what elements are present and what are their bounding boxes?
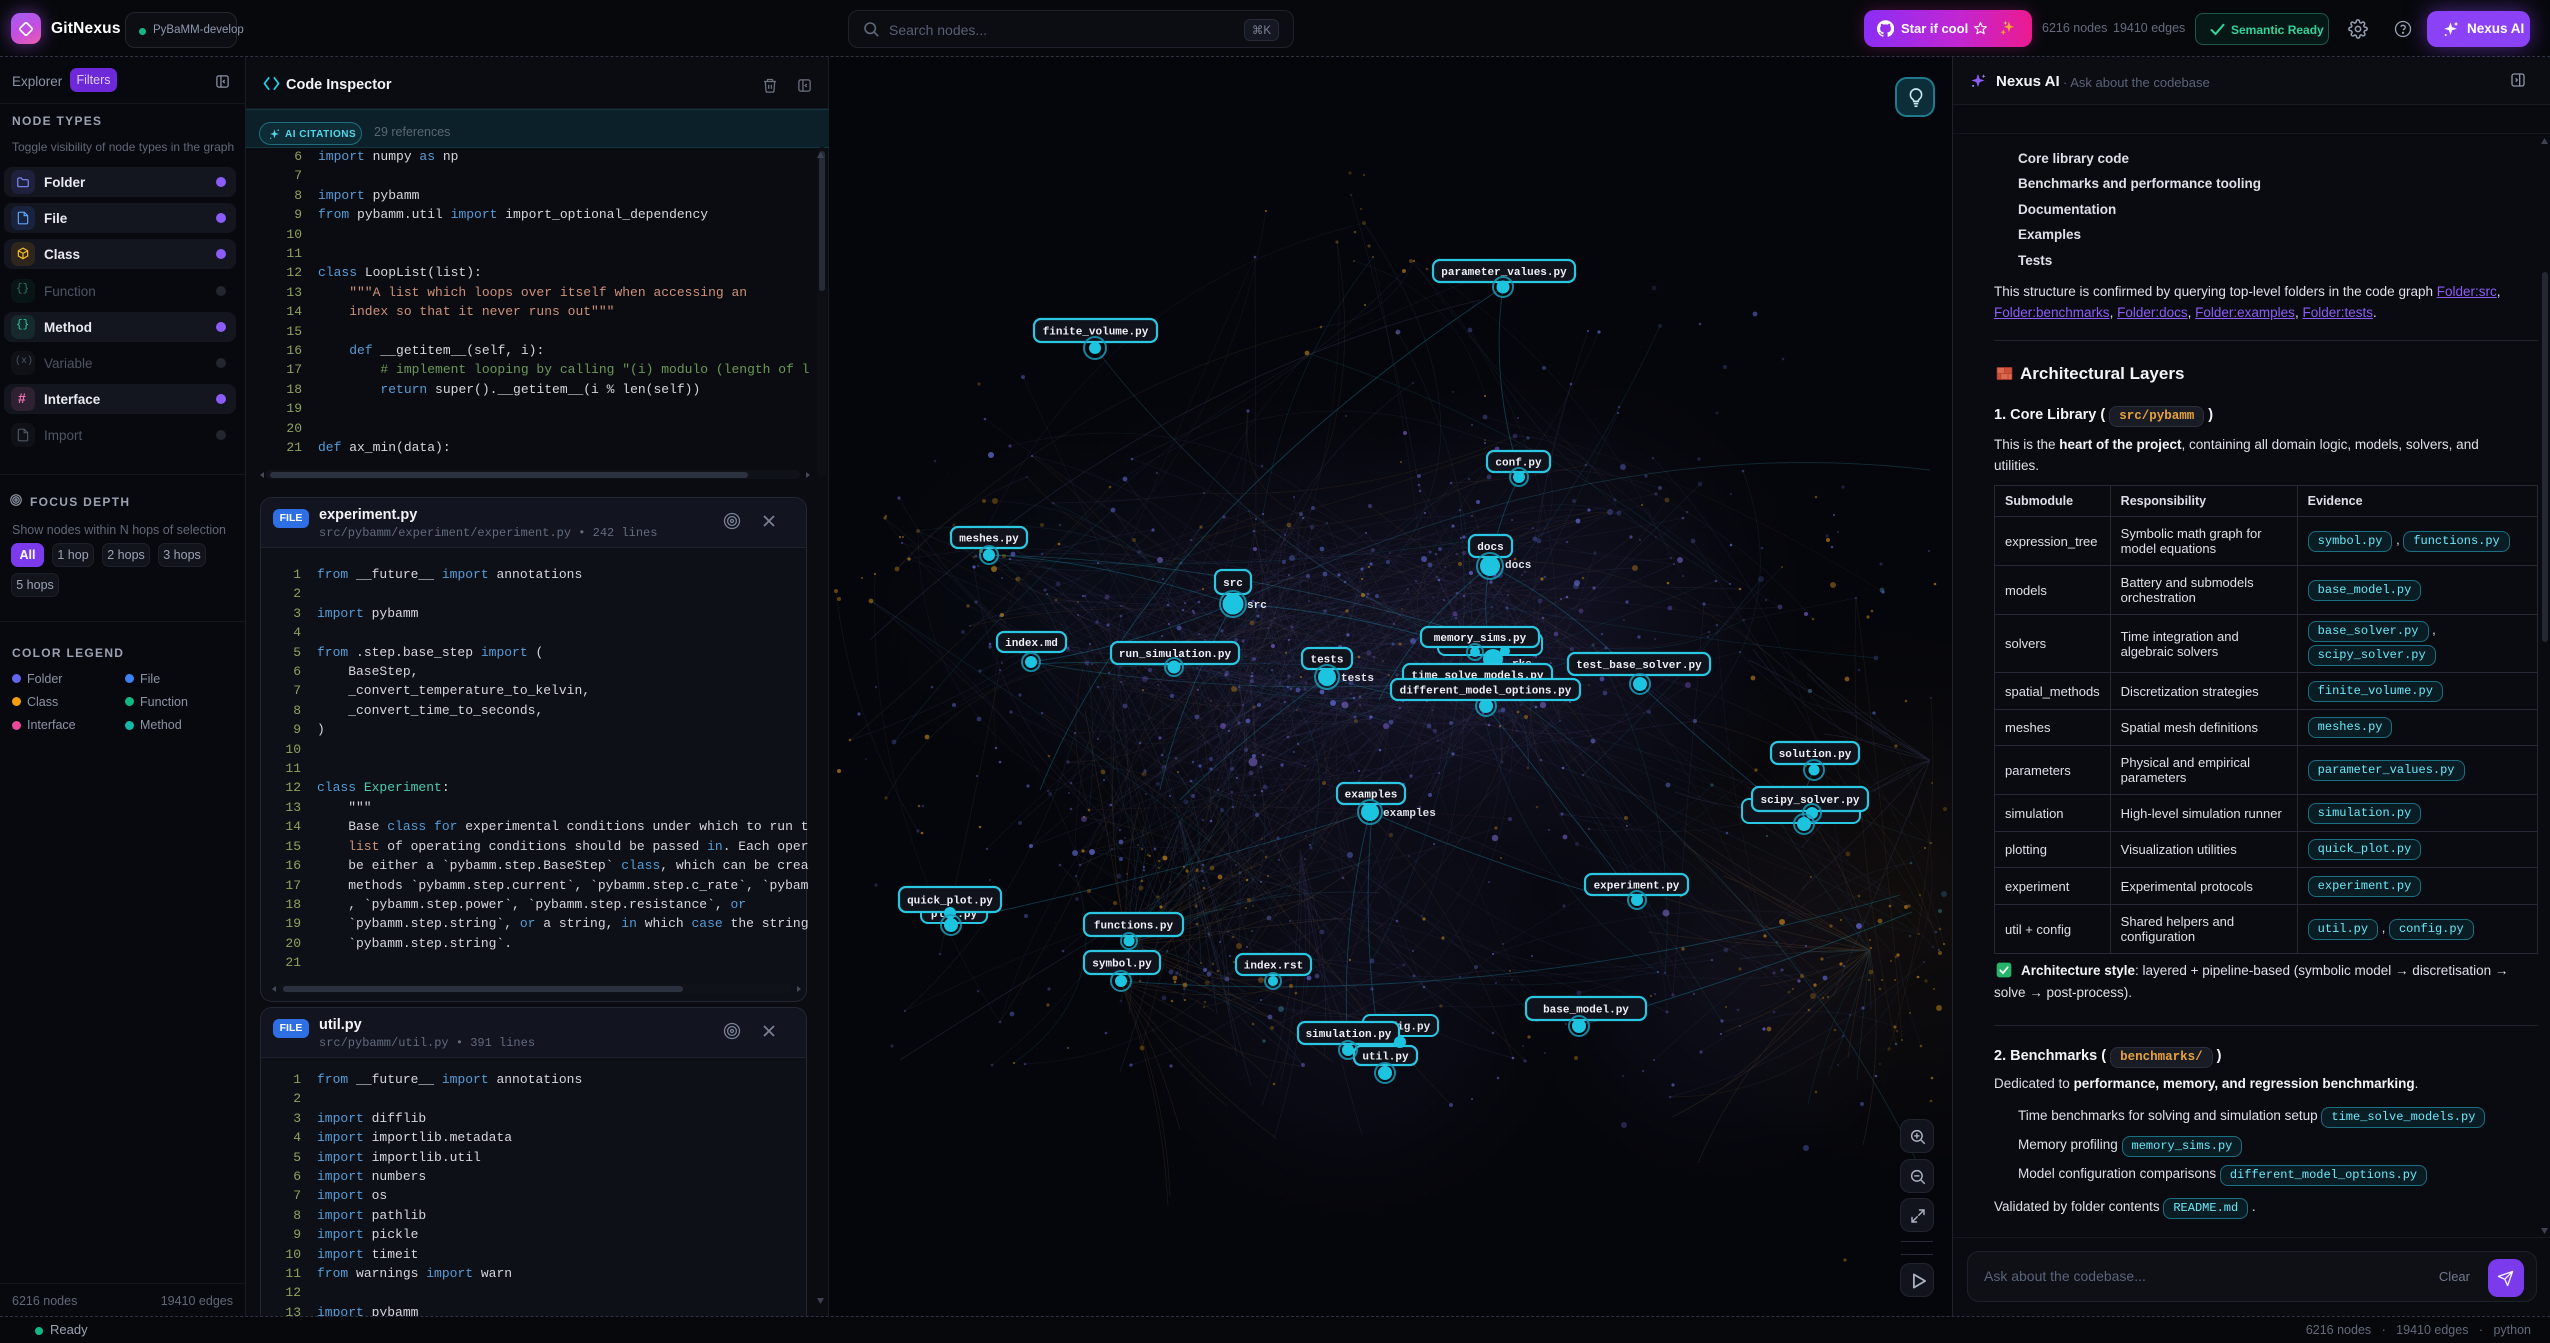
svg-text:docs: docs [1505, 560, 1531, 572]
svg-text:test_base_solver.py: test_base_solver.py [1576, 660, 1702, 672]
svg-text:memory_sims.py: memory_sims.py [1434, 633, 1527, 645]
svg-text:index.rst: index.rst [1244, 961, 1303, 973]
svg-text:examples: examples [1383, 808, 1436, 820]
svg-text:src: src [1223, 578, 1243, 590]
svg-text:functions.py: functions.py [1094, 921, 1174, 933]
svg-text:different_model_options.py: different_model_options.py [1400, 686, 1572, 698]
svg-text:simulation.py: simulation.py [1306, 1029, 1392, 1041]
svg-text:src: src [1247, 600, 1267, 612]
svg-text:util.py: util.py [1362, 1052, 1409, 1064]
svg-text:quick_plot.py: quick_plot.py [907, 896, 993, 908]
svg-text:run_simulation.py: run_simulation.py [1119, 649, 1232, 661]
svg-text:index.md: index.md [1005, 638, 1058, 650]
svg-text:base_model.py: base_model.py [1543, 1005, 1629, 1017]
svg-text:meshes.py: meshes.py [959, 534, 1019, 546]
svg-text:symbol.py: symbol.py [1092, 959, 1152, 971]
svg-text:tests: tests [1341, 673, 1374, 685]
